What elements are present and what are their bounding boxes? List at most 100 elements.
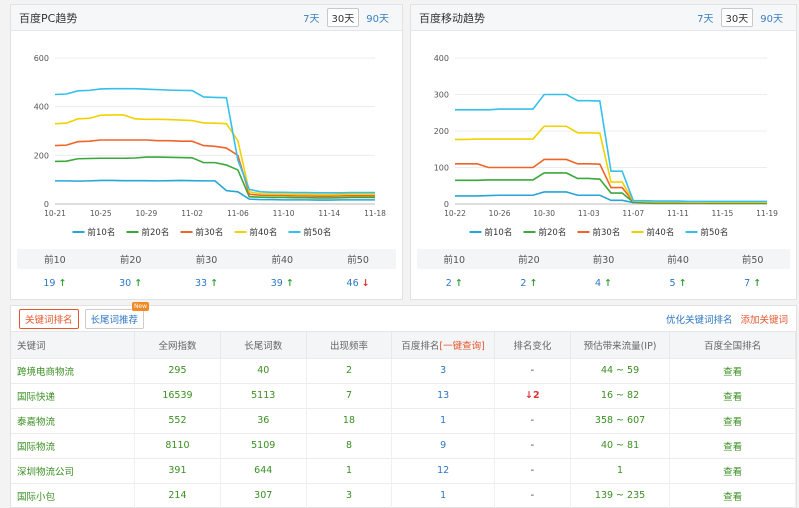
y-tick-label: 600 [34, 54, 49, 63]
col-header-longtail: 长尾词数 [220, 332, 307, 358]
legend-label[interactable]: 前50名 [304, 227, 332, 238]
rank-header: 前40 [271, 255, 294, 266]
view-link[interactable]: 查看 [723, 367, 742, 378]
keyword-link[interactable]: 深圳物流公司 [17, 467, 74, 478]
keyword-link[interactable]: 跨境电商物流 [17, 367, 74, 378]
keyword-link[interactable]: 国际小包 [17, 492, 55, 503]
view-link[interactable]: 查看 [723, 492, 742, 503]
rank-value[interactable]: 4 [595, 278, 601, 289]
index-cell: 391 [134, 457, 221, 483]
mobile-range-90d[interactable]: 90天 [755, 8, 788, 27]
y-tick-label: 400 [34, 103, 49, 112]
frequency-cell: 2 [306, 357, 393, 383]
rank-value[interactable]: 39 [271, 278, 283, 289]
rank-value[interactable]: 46 [347, 278, 359, 289]
rank-change-value: - [530, 465, 535, 476]
rank-value[interactable]: 5 [670, 278, 676, 289]
mobile-range-30d[interactable]: 30天 [720, 8, 754, 27]
baidu-rank-link[interactable]: 9 [440, 440, 446, 451]
tab-keyword-ranking[interactable]: 关键词排名 [19, 308, 79, 329]
rank-header: 前20 [119, 255, 142, 266]
pc-rank-table: 前10 前20 前30 前40 前50 19 ↑ 30 ↑ 33 ↑ 39 ↑ … [17, 249, 396, 297]
baidu-rank-link[interactable]: 12 [437, 465, 449, 476]
keyword-link[interactable]: 国际物流 [17, 442, 55, 453]
keyword-link[interactable]: 国际快递 [17, 392, 55, 403]
x-tick-label: 11-10 [273, 209, 295, 218]
rank-value[interactable]: 2 [520, 278, 526, 289]
y-tick-label: 0 [44, 200, 49, 209]
legend-label[interactable]: 前30名 [593, 227, 621, 238]
optimize-ranking-link[interactable]: 优化关键词排名 [666, 312, 733, 326]
traffic-cell: 16 ~ 82 [570, 382, 671, 408]
legend-label[interactable]: 前10名 [485, 227, 513, 238]
mobile-range-7d[interactable]: 7天 [692, 8, 718, 27]
rank-change-cell: - [494, 482, 571, 508]
y-tick-label: 300 [434, 91, 449, 100]
keyword-table: 关键词 全网指数 长尾词数 出现频率 百度排名[一键查询] 排名变化 预估带来流… [11, 332, 796, 508]
table-row: 深圳物流公司 391 644 1 12-1 查看 [11, 457, 796, 483]
pc-range-tabs: 7天 30天 90天 [298, 8, 394, 27]
legend-label[interactable]: 前10名 [88, 227, 116, 238]
pc-range-90d[interactable]: 90天 [361, 8, 394, 27]
legend-label[interactable]: 前30名 [196, 227, 224, 238]
arrow-up-icon: ↑ [134, 277, 143, 289]
rank-value[interactable]: 33 [195, 278, 207, 289]
rank-change-value: - [530, 415, 535, 426]
chart-legend: 前10名 前20名 前30名 前40名 前50名 [72, 227, 332, 238]
view-link[interactable]: 查看 [723, 392, 742, 403]
arrow-up-icon: ↑ [529, 277, 538, 289]
arrow-up-icon: ↑ [285, 277, 294, 289]
rank-value[interactable]: 19 [43, 278, 55, 289]
legend-label[interactable]: 前20名 [539, 227, 567, 238]
one-click-query-link[interactable]: [一键查询] [439, 341, 484, 352]
baidu-rank-link[interactable]: 3 [440, 365, 446, 376]
arrow-up-icon: ↑ [210, 277, 219, 289]
index-cell: 8110 [134, 432, 221, 458]
pc-trend-panel: 百度PC趋势 7天 30天 90天 0 200 400 600 10-21 10-25 10… [10, 4, 403, 300]
rank-header: 前30 [592, 255, 615, 266]
arrow-down-icon: ↓ [525, 390, 533, 401]
rank-value[interactable]: 7 [744, 278, 750, 289]
baidu-rank-link[interactable]: 1 [440, 490, 446, 501]
rank-value[interactable]: 2 [446, 278, 452, 289]
baidu-rank-link[interactable]: 13 [437, 390, 449, 401]
series-line [54, 114, 375, 196]
x-tick-label: 11-02 [181, 209, 203, 218]
table-header-row: 关键词 全网指数 长尾词数 出现频率 百度排名[一键查询] 排名变化 预估带来流… [11, 332, 796, 358]
x-tick-label: 10-25 [90, 209, 112, 218]
x-tick-label: 10-29 [136, 209, 158, 218]
legend-label[interactable]: 前40名 [647, 227, 675, 238]
y-tick-label: 200 [34, 151, 49, 160]
legend-label[interactable]: 前20名 [142, 227, 170, 238]
pc-range-30d[interactable]: 30天 [326, 8, 360, 27]
mobile-rank-value-row: 2 ↑ 2 ↑ 4 ↑ 5 ↑ 7 ↑ [417, 269, 790, 297]
longtail-cell: 5113 [220, 382, 307, 408]
series-line [54, 156, 375, 199]
longtail-cell: 36 [220, 407, 307, 433]
arrow-up-icon: ↑ [753, 277, 762, 289]
tab-longtail-recommend[interactable]: 长尾词推荐 New [84, 301, 150, 329]
series-line [54, 139, 375, 198]
table-row: 国际物流 8110 5109 8 9 - 40 ~ 81 查看 [11, 432, 796, 458]
legend-label[interactable]: 前40名 [250, 227, 278, 238]
x-tick-label: 10-21 [44, 209, 66, 218]
baidu-rank-link[interactable]: 1 [440, 415, 446, 426]
x-tick-label: 11-18 [364, 209, 386, 218]
add-keyword-link[interactable]: 添加关键词 [740, 312, 788, 326]
mobile-panel-header: 百度移动趋势 7天 30天 90天 [411, 5, 796, 31]
view-link[interactable]: 查看 [723, 442, 742, 453]
keyword-link[interactable]: 泰嘉物流 [17, 417, 55, 428]
mobile-rank-header-row: 前10 前20 前30 前40 前50 [417, 249, 790, 269]
x-tick-label: 11-19 [756, 209, 778, 218]
pc-range-7d[interactable]: 7天 [298, 8, 324, 27]
table-row: 跨境电商物流 295 40 2 3 - 44 ~ 59 查看 [11, 357, 796, 383]
col-header-rank-change: 排名变化 [494, 332, 571, 358]
index-cell: 16539 [134, 382, 221, 408]
view-link[interactable]: 查看 [723, 467, 742, 478]
rank-value[interactable]: 30 [119, 278, 131, 289]
view-link[interactable]: 查看 [723, 417, 742, 428]
longtail-cell: 5109 [220, 432, 307, 458]
mobile-trend-panel: 百度移动趋势 7天 30天 90天 0 100 200 300 400 10-22 10-2… [410, 4, 797, 300]
traffic-cell: 1 [570, 457, 671, 483]
legend-label[interactable]: 前50名 [701, 227, 729, 238]
